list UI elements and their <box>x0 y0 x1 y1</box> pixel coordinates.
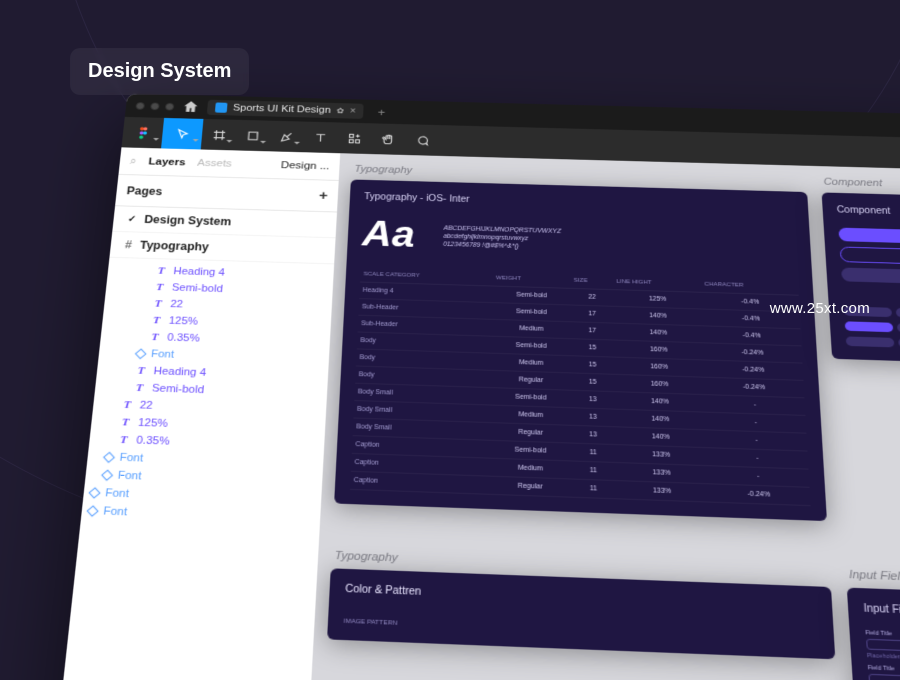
input-field-spec[interactable]: Field TitlePlaceholder text <box>865 629 900 663</box>
text-icon: T <box>151 298 164 309</box>
frame-input[interactable]: Input Field Input Field Field TitlePlace… <box>845 568 900 680</box>
layer-label: Heading 4 <box>153 366 207 379</box>
text-tool[interactable] <box>302 122 338 154</box>
layer-tree: THeading 4TSemi-boldT22T125%T0.35%FontTH… <box>51 258 335 680</box>
layer-label: Font <box>105 487 130 500</box>
text-icon: T <box>117 434 131 446</box>
page-label: Typography <box>139 239 209 254</box>
layer-label: 125% <box>137 417 168 430</box>
sidebar-tab-layers[interactable]: Layers <box>148 156 186 167</box>
figma-menu-button[interactable] <box>121 117 164 149</box>
input-field-grid: Field TitlePlaceholder textPasswordPlace… <box>865 629 900 680</box>
new-tab-button[interactable]: + <box>371 105 391 118</box>
text-icon: T <box>148 332 162 344</box>
input-heading: Input Field <box>863 603 900 629</box>
text-icon: T <box>153 282 166 293</box>
layer-label: 0.35% <box>136 435 170 448</box>
layer-label: Semi-bold <box>151 383 204 396</box>
frame-color[interactable]: Typography Color & Pattren IMAGE PATTERN <box>319 549 844 680</box>
layer-label: Font <box>119 452 144 465</box>
layer-label: Font <box>151 349 175 361</box>
layer-label: Font <box>117 470 142 483</box>
typography-sample-chars: ABCDEFGHIJKLMNOPQRSTUVWXYZ abcdefghijklm… <box>443 224 561 252</box>
component-icon <box>135 348 147 359</box>
component-icon <box>101 470 113 481</box>
frame-tool[interactable] <box>201 119 237 150</box>
close-tab-icon[interactable]: × <box>350 106 356 115</box>
gear-icon: ✿ <box>336 106 344 115</box>
shape-tool[interactable] <box>235 120 271 151</box>
component-icon <box>103 452 115 463</box>
text-icon: T <box>120 399 134 411</box>
layer-label: Font <box>103 505 128 518</box>
layer-label: 0.35% <box>167 332 200 344</box>
home-icon[interactable] <box>181 99 200 115</box>
field-box <box>866 638 900 653</box>
layer-label: 22 <box>139 400 153 412</box>
hand-tool[interactable] <box>370 123 405 155</box>
outline-button[interactable]: Continue <box>839 247 900 267</box>
typography-heading: Typography - iOS- Inter <box>364 192 794 214</box>
text-icon: T <box>133 382 147 394</box>
field-box <box>868 673 900 680</box>
text-icon: T <box>150 315 163 327</box>
left-sidebar: ⌕ Layers Assets Design ... Pages + ✓ Des… <box>51 147 341 680</box>
pen-tool[interactable] <box>268 121 304 153</box>
input-field-spec[interactable]: Field TitlePlaceholder text <box>867 664 900 680</box>
canvas[interactable]: Typography Typography - iOS- Inter Aa AB… <box>304 153 900 680</box>
file-icon <box>215 102 228 112</box>
check-icon: ✓ <box>127 214 136 224</box>
page-badge: Design System <box>70 48 249 95</box>
resources-tool[interactable] <box>336 122 371 154</box>
component-heading: Component <box>836 205 900 224</box>
layer-label: Semi-bold <box>171 282 223 295</box>
typography-sample-large: Aa <box>361 214 415 256</box>
link-button[interactable]: Continue <box>842 287 900 306</box>
component-icon <box>87 505 99 516</box>
frame-icon: # <box>124 238 132 251</box>
frame-typography[interactable]: Typography Typography - iOS- Inter Aa AB… <box>332 164 828 553</box>
comment-tool[interactable] <box>404 124 439 156</box>
primary-button[interactable]: Continue <box>838 228 900 246</box>
pages-header: Pages <box>126 184 163 197</box>
layer-label: 22 <box>170 299 184 310</box>
frame-component[interactable]: Component Component Continue Continue Co… <box>820 177 900 568</box>
traffic-lights[interactable] <box>135 102 174 111</box>
typography-table: SCALE CATEGORYWEIGHTSIZELINE HIGHTCHARAC… <box>350 267 810 506</box>
page-label: Design System <box>144 213 232 228</box>
text-icon: T <box>155 265 168 276</box>
component-icon <box>88 487 100 498</box>
search-icon[interactable]: ⌕ <box>129 154 137 167</box>
sidebar-design-dropdown[interactable]: Design ... <box>280 160 329 172</box>
design-app-window: Sports UI Kit Design ✿ × + <box>51 94 900 680</box>
dark-button[interactable]: Continue <box>841 267 900 285</box>
text-icon: T <box>118 416 132 428</box>
move-tool[interactable] <box>161 118 203 150</box>
text-icon: T <box>134 365 148 377</box>
sidebar-tab-assets[interactable]: Assets <box>197 158 232 169</box>
field-placeholder: Placeholder text <box>867 652 900 663</box>
layer-label: Heading 4 <box>173 266 225 278</box>
layer-label: 125% <box>168 315 198 327</box>
add-page-button[interactable]: + <box>318 188 328 203</box>
document-tab-label: Sports UI Kit Design <box>233 103 331 116</box>
document-tab[interactable]: Sports UI Kit Design ✿ × <box>207 100 364 119</box>
